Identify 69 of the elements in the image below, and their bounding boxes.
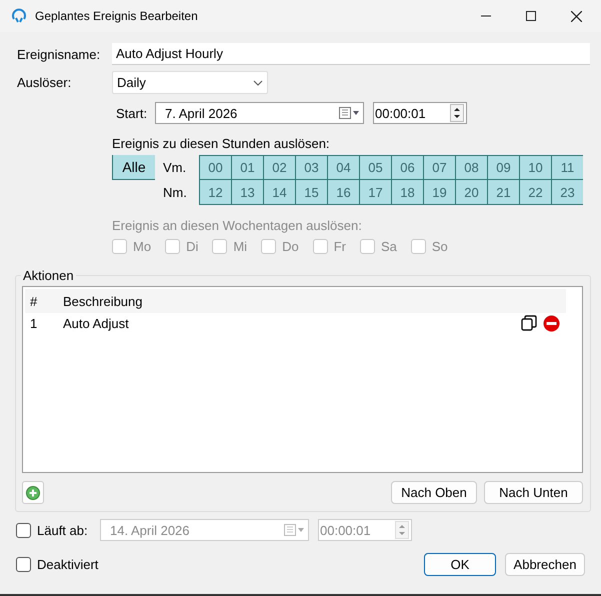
chevron-down-icon bbox=[253, 80, 263, 86]
hour-cell[interactable]: 16 bbox=[327, 180, 359, 205]
weekday-label: So bbox=[432, 238, 448, 254]
weekday-label: Mo bbox=[133, 238, 152, 254]
weekday-label: Sa bbox=[380, 238, 397, 254]
all-hours-button[interactable]: Alle bbox=[112, 155, 155, 180]
row-number: 1 bbox=[29, 316, 38, 330]
headset-icon bbox=[11, 8, 27, 24]
hour-cell[interactable]: 19 bbox=[423, 180, 455, 205]
checkbox-label: Läuft ab: bbox=[37, 522, 89, 538]
hour-cell[interactable]: 13 bbox=[231, 180, 263, 205]
spin-arrows-icon[interactable] bbox=[450, 104, 464, 122]
hour-cell[interactable]: 01 bbox=[231, 155, 263, 180]
section-heading: Ereignis zu diesen Stunden auslösen: bbox=[112, 136, 331, 152]
move-button[interactable]: Nach Unten bbox=[484, 481, 583, 504]
weekday-label: Do bbox=[282, 238, 299, 254]
period-label: Nm. bbox=[162, 185, 188, 200]
hour-cell[interactable]: 11 bbox=[551, 155, 583, 180]
weekday-label: Fr bbox=[334, 238, 346, 254]
dialog-button[interactable]: OK bbox=[424, 553, 496, 576]
hour-cell[interactable]: 21 bbox=[487, 180, 519, 205]
action-description[interactable]: Auto Adjust bbox=[63, 316, 521, 330]
hour-cell[interactable]: 20 bbox=[455, 180, 487, 205]
column-header: Beschreibung bbox=[63, 294, 144, 308]
hour-cell[interactable]: 22 bbox=[519, 180, 551, 205]
hour-cell[interactable]: 18 bbox=[391, 180, 423, 205]
hour-cell[interactable]: 02 bbox=[263, 155, 295, 180]
hour-cell[interactable]: 03 bbox=[295, 155, 327, 180]
field-label: Auslöser: bbox=[17, 75, 72, 90]
hour-cell[interactable]: 00 bbox=[199, 155, 231, 180]
period-label: Vm. bbox=[162, 160, 188, 175]
hour-cell[interactable]: 10 bbox=[519, 155, 551, 180]
checkbox-label: Deaktiviert bbox=[37, 557, 100, 572]
hour-cell[interactable]: 09 bbox=[487, 155, 519, 180]
hour-cell[interactable]: 06 bbox=[391, 155, 423, 180]
remove-icon[interactable] bbox=[543, 314, 560, 332]
hour-cell[interactable]: 08 bbox=[455, 155, 487, 180]
column-header: # bbox=[29, 294, 38, 308]
hour-cell[interactable]: 17 bbox=[359, 180, 391, 205]
add-icon bbox=[26, 486, 40, 500]
field-label: Start: bbox=[116, 106, 148, 120]
date-field[interactable]: 7. April 2026 bbox=[155, 102, 364, 124]
time-field[interactable]: 00:00:01 bbox=[373, 102, 467, 124]
time-field[interactable]: 00:00:01 bbox=[318, 519, 412, 541]
hour-cell[interactable]: 23 bbox=[551, 180, 583, 205]
close-icon[interactable] bbox=[571, 10, 582, 22]
hour-cell[interactable]: 05 bbox=[359, 155, 391, 180]
hour-cell[interactable]: 12 bbox=[199, 180, 231, 205]
name-field[interactable]: Auto Adjust Hourly bbox=[112, 43, 590, 65]
weekday-label: Mi bbox=[233, 238, 248, 254]
group-title: Aktionen bbox=[22, 268, 75, 283]
window-title: Geplantes Ereignis Bearbeiten bbox=[35, 9, 198, 23]
add-button[interactable] bbox=[22, 481, 44, 504]
hour-cell[interactable]: 14 bbox=[263, 180, 295, 205]
copy-icon[interactable] bbox=[521, 315, 537, 331]
weekday-label: Di bbox=[186, 238, 198, 254]
move-button[interactable]: Nach Oben bbox=[391, 481, 477, 504]
expires-checkbox[interactable] bbox=[16, 522, 31, 538]
dialog-button[interactable]: Abbrechen bbox=[505, 553, 585, 576]
date-field[interactable]: 14. April 2026 bbox=[100, 519, 309, 541]
trigger-dropdown[interactable]: Daily bbox=[112, 71, 268, 94]
section-heading: Ereignis an diesen Wochentagen auslösen: bbox=[112, 218, 363, 234]
hour-cell[interactable]: 15 bbox=[295, 180, 327, 205]
hour-cell[interactable]: 04 bbox=[327, 155, 359, 180]
deactivated-checkbox[interactable] bbox=[16, 557, 31, 572]
calendar-icon[interactable] bbox=[339, 107, 359, 119]
maximize-icon[interactable] bbox=[526, 11, 536, 21]
field-label: Ereignisname: bbox=[17, 46, 102, 62]
hour-cell[interactable]: 07 bbox=[423, 155, 455, 180]
